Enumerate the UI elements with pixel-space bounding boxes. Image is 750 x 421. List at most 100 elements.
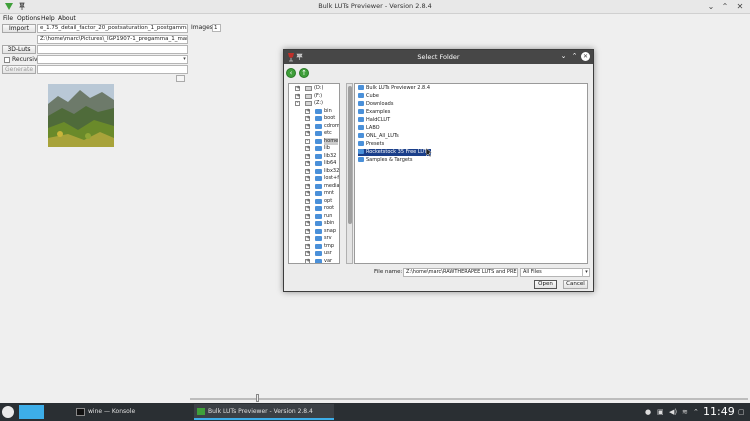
- desktop-pager[interactable]: [19, 405, 44, 419]
- resize-handle-icon[interactable]: [176, 75, 185, 82]
- storage-icon[interactable]: ▣: [657, 408, 664, 416]
- tree-node[interactable]: - home: [289, 137, 339, 145]
- expand-icon[interactable]: +: [305, 123, 310, 129]
- tree-node[interactable]: + libx32: [289, 168, 339, 175]
- expand-icon[interactable]: +: [305, 161, 310, 166]
- luts-button[interactable]: 3D-Luts: [2, 45, 36, 54]
- expand-icon[interactable]: +: [305, 153, 310, 159]
- expand-icon[interactable]: +: [305, 221, 310, 226]
- folder-list-item[interactable]: Bulk LUTs Previewer 2.8.4: [358, 85, 432, 92]
- desktop-icon[interactable]: ▢: [738, 408, 745, 416]
- menu-help[interactable]: Help: [41, 15, 55, 22]
- tree-node[interactable]: + (F:): [289, 93, 339, 100]
- clock[interactable]: 11:49: [703, 403, 735, 421]
- tree-scrollbar[interactable]: [346, 83, 353, 264]
- tree-node[interactable]: + opt: [289, 198, 339, 205]
- tree-node[interactable]: + usr: [289, 250, 339, 257]
- filetype-select[interactable]: All Files: [520, 268, 590, 277]
- cancel-button[interactable]: Cancel: [563, 280, 588, 289]
- close-icon[interactable]: ✕: [735, 2, 745, 12]
- collapse-icon[interactable]: -: [295, 101, 300, 106]
- tree-node[interactable]: + var: [289, 258, 339, 263]
- collapse-icon[interactable]: -: [305, 138, 310, 144]
- expand-icon[interactable]: +: [305, 206, 310, 211]
- expand-icon[interactable]: +: [305, 176, 310, 181]
- notification-icon[interactable]: ●: [645, 408, 651, 416]
- chevron-down-icon[interactable]: ▾: [181, 55, 188, 64]
- up-folder-icon[interactable]: ↑: [299, 68, 309, 78]
- minimize-icon[interactable]: ⌄: [559, 52, 568, 61]
- menu-about[interactable]: About: [58, 15, 76, 22]
- import-path-field[interactable]: e_1.75_detail_factor_20_postsaturation_1…: [37, 24, 188, 33]
- chevron-down-icon[interactable]: ▾: [582, 268, 590, 277]
- expand-icon[interactable]: +: [295, 86, 300, 91]
- expand-icon[interactable]: +: [305, 236, 310, 241]
- expand-icon[interactable]: +: [305, 146, 310, 151]
- folder-list-item[interactable]: LABO: [358, 125, 382, 132]
- menu-file[interactable]: File: [3, 15, 13, 22]
- tree-node[interactable]: + mnt: [289, 190, 339, 197]
- tree-node[interactable]: + boot: [289, 115, 339, 122]
- preview-slider-track[interactable]: [190, 398, 748, 400]
- tree-node[interactable]: + lib32: [289, 153, 339, 160]
- tree-node[interactable]: + lib: [289, 145, 339, 152]
- expand-icon[interactable]: +: [305, 213, 310, 219]
- tree-node[interactable]: + sbin: [289, 220, 339, 227]
- close-icon[interactable]: ✕: [581, 52, 590, 61]
- expand-icon[interactable]: +: [305, 198, 310, 204]
- filename-input[interactable]: Z:\home\marc\RAWTHERAPEE LUTS and PRES: [403, 268, 518, 277]
- volume-icon[interactable]: ◀): [669, 408, 677, 416]
- tree-node[interactable]: + lib64: [289, 160, 339, 167]
- taskbar-bulk-luts[interactable]: Bulk LUTs Previewer - Version 2.8.4: [194, 404, 334, 420]
- tree-node[interactable]: - (Z:): [289, 100, 339, 107]
- lut-select[interactable]: [37, 55, 188, 64]
- folder-list-item[interactable]: Cube: [358, 93, 381, 100]
- folder-list-item[interactable]: Rocketstock 35 Free LUTs: [358, 149, 431, 156]
- tree-node[interactable]: + etc: [289, 130, 339, 137]
- luts-path-field[interactable]: [37, 45, 188, 54]
- tree-node[interactable]: + snap: [289, 228, 339, 235]
- tree-node[interactable]: + srv: [289, 235, 339, 242]
- tree-node[interactable]: + run: [289, 213, 339, 220]
- collapse-icon[interactable]: ⌄: [706, 2, 716, 12]
- expand-icon[interactable]: +: [305, 131, 310, 136]
- folder-list-item[interactable]: Downloads: [358, 101, 395, 108]
- folder-list-item[interactable]: HaldCLUT: [358, 117, 392, 124]
- expand-icon[interactable]: +: [305, 168, 310, 174]
- maximize-icon[interactable]: ⌃: [570, 52, 579, 61]
- expand-icon[interactable]: +: [295, 93, 300, 99]
- back-icon[interactable]: ‹: [286, 68, 296, 78]
- expand-icon[interactable]: +: [305, 243, 310, 249]
- expand-icon[interactable]: +: [305, 108, 310, 114]
- folder-list-item[interactable]: ONL_All_LUTs: [358, 133, 401, 140]
- network-icon[interactable]: ≋: [682, 408, 688, 416]
- expand-icon[interactable]: +: [305, 183, 310, 189]
- recursive-checkbox[interactable]: [4, 57, 10, 63]
- generate-field[interactable]: [37, 65, 188, 74]
- expand-icon[interactable]: +: [305, 116, 310, 121]
- folder-list-item[interactable]: Examples: [358, 109, 392, 116]
- tree-node[interactable]: + (D:): [289, 85, 339, 92]
- import-button[interactable]: Import: [2, 24, 36, 33]
- launcher-icon[interactable]: [2, 406, 14, 418]
- expand-icon[interactable]: +: [305, 191, 310, 196]
- folder-list-item[interactable]: Presets: [358, 141, 386, 148]
- generate-button[interactable]: Generate: [2, 65, 36, 74]
- tree-node[interactable]: + bin: [289, 108, 339, 115]
- directory-path-field[interactable]: Z:\home\marc\Pictures\_IGP1907-1_pregamm…: [37, 35, 188, 44]
- tree-node[interactable]: + root: [289, 205, 339, 212]
- expand-icon[interactable]: +: [305, 251, 310, 256]
- taskbar-konsole[interactable]: wine — Konsole: [74, 404, 189, 420]
- tree-node[interactable]: + lost+fou: [289, 175, 339, 182]
- tree-node[interactable]: + cdrom: [289, 123, 339, 130]
- expand-icon[interactable]: +: [305, 228, 310, 234]
- open-button[interactable]: Open: [534, 280, 557, 289]
- tree-node[interactable]: + media: [289, 183, 339, 190]
- tree-scroll-thumb[interactable]: [348, 86, 352, 224]
- tree-node[interactable]: + tmp: [289, 243, 339, 250]
- expand-icon[interactable]: +: [305, 258, 310, 263]
- folder-list-item[interactable]: Samples & Targets: [358, 157, 415, 164]
- menu-options[interactable]: Options: [17, 15, 40, 22]
- expand-icon[interactable]: ⌃: [720, 2, 730, 12]
- preview-slider-handle[interactable]: [256, 394, 259, 402]
